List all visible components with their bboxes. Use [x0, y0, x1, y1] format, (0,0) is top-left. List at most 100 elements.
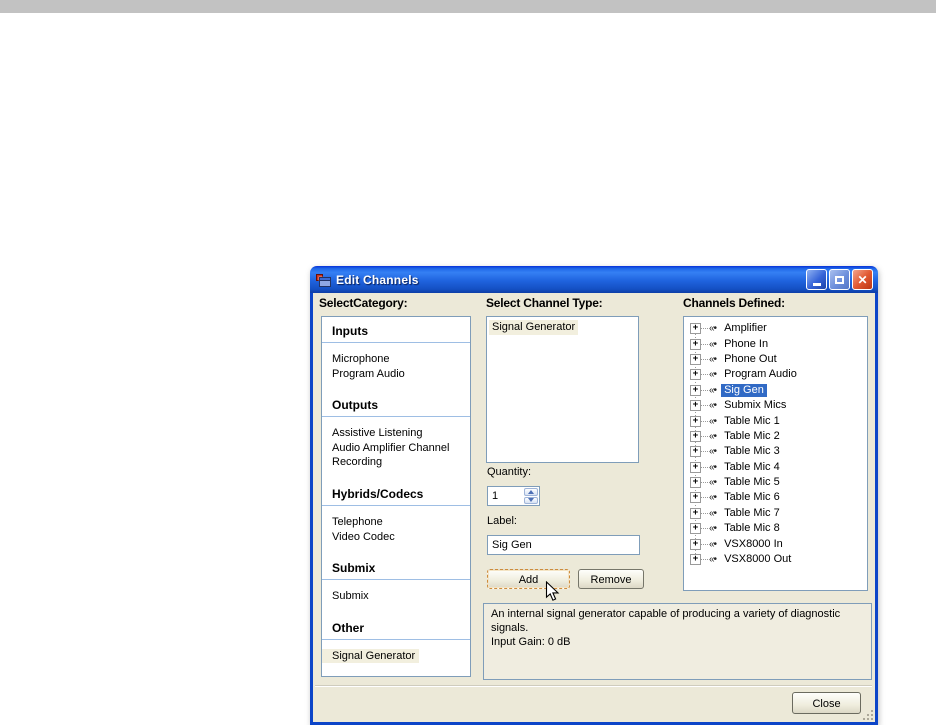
plus-box-icon[interactable]: + — [690, 539, 701, 550]
tree-item[interactable]: + «• Phone Out — [684, 352, 867, 367]
tree-item-label: Table Mic 4 — [721, 461, 783, 474]
category-group-items: TelephoneVideo Codec — [322, 515, 470, 544]
speaker-channel-icon: «• — [709, 462, 716, 473]
category-group-items: Assistive ListeningAudio Amplifier Chann… — [322, 426, 470, 470]
category-item[interactable]: Program Audio — [322, 367, 470, 382]
tree-item[interactable]: + «• Table Mic 3 — [684, 444, 867, 459]
plus-box-icon[interactable]: + — [690, 492, 701, 503]
category-item[interactable]: Video Codec — [322, 530, 470, 545]
tree-connector — [701, 467, 708, 468]
tree-connector — [701, 344, 708, 345]
plus-box-icon[interactable]: + — [690, 385, 701, 396]
spin-up-icon[interactable] — [524, 488, 538, 496]
category-group-divider — [322, 505, 470, 506]
plus-box-icon[interactable]: + — [690, 400, 701, 411]
form-icon — [316, 273, 331, 287]
tree-connector — [701, 559, 708, 560]
spin-down-icon[interactable] — [524, 497, 538, 505]
tree-item-label: Table Mic 8 — [721, 522, 783, 535]
tree-item[interactable]: +«•Amplifier — [684, 321, 867, 336]
tree-connector — [701, 482, 708, 483]
tree-item-label: VSX8000 In — [721, 538, 786, 551]
channels-tree[interactable]: +«•Amplifier+«•Phone In+«•Phone Out+«•Pr… — [683, 316, 868, 591]
speaker-channel-icon: «• — [709, 523, 716, 534]
tree-item[interactable]: +«•Table Mic 5 — [684, 475, 867, 490]
speaker-channel-icon: «• — [709, 339, 716, 350]
label-input[interactable] — [487, 535, 640, 555]
close-icon[interactable]: ✕ — [852, 269, 873, 290]
tree-item[interactable]: +«•Program Audio — [684, 367, 867, 382]
tree-connector — [701, 513, 708, 514]
tree-item-label: Sig Gen — [721, 384, 767, 397]
remove-button[interactable]: Remove — [578, 569, 644, 589]
category-group-divider — [322, 579, 470, 580]
tree-item-label: Phone In — [721, 338, 771, 351]
category-list[interactable]: InputsMicrophoneProgram AudioOutputsAssi… — [321, 316, 471, 677]
category-item[interactable]: Assistive Listening — [322, 426, 470, 441]
close-button[interactable]: Close — [792, 692, 861, 714]
channel-type-item[interactable]: Signal Generator — [489, 320, 578, 335]
dialog-client-area: SelectCategory: Select Channel Type: Cha… — [310, 293, 878, 725]
tree-item[interactable]: + «• Table Mic 8 — [684, 521, 867, 536]
stepper-buttons — [523, 487, 539, 505]
tree-item[interactable]: + «• Phone In — [684, 336, 867, 351]
channel-type-list[interactable]: Signal Generator — [486, 316, 639, 463]
tree-item[interactable]: + «• Table Mic 4 — [684, 460, 867, 475]
tree-connector — [701, 374, 708, 375]
maximize-icon[interactable] — [829, 269, 850, 290]
category-item[interactable]: Signal Generator — [322, 649, 419, 664]
speaker-channel-icon: «• — [709, 354, 716, 365]
speaker-channel-icon: «• — [709, 554, 716, 565]
plus-box-icon[interactable]: + — [690, 477, 701, 488]
tree-connector — [701, 421, 708, 422]
plus-box-icon[interactable]: + — [690, 339, 701, 350]
minimize-icon[interactable] — [806, 269, 827, 290]
tree-item-label: Table Mic 7 — [721, 507, 783, 520]
tree-item[interactable]: +«•Table Mic 1 — [684, 413, 867, 428]
quantity-stepper[interactable]: 1 — [487, 486, 540, 506]
tree-connector — [701, 528, 708, 529]
plus-box-icon[interactable]: + — [690, 431, 701, 442]
tree-item[interactable]: +«•Sig Gen — [684, 383, 867, 398]
tree-item[interactable]: +«•Table Mic 6 — [684, 490, 867, 505]
category-item[interactable]: Recording — [322, 455, 470, 470]
plus-box-icon[interactable]: + — [690, 369, 701, 380]
category-item[interactable]: Telephone — [322, 515, 470, 530]
plus-box-icon[interactable]: + — [690, 323, 701, 334]
tree-item[interactable]: +«•Submix Mics — [684, 398, 867, 413]
category-group-divider — [322, 416, 470, 417]
select-category-header: SelectCategory: — [319, 296, 407, 310]
plus-box-icon[interactable]: + — [690, 508, 701, 519]
quantity-value[interactable]: 1 — [488, 487, 523, 505]
tree-item[interactable]: + «• Table Mic 7 — [684, 506, 867, 521]
plus-box-icon[interactable]: + — [690, 523, 701, 534]
plus-box-icon[interactable]: + — [690, 462, 701, 473]
speaker-channel-icon: «• — [709, 446, 716, 457]
titlebar[interactable]: Edit Channels ✕ — [310, 266, 878, 293]
resize-grip-icon[interactable] — [862, 709, 874, 721]
description-line: An internal signal generator capable of … — [491, 607, 864, 635]
category-item[interactable]: Submix — [322, 589, 470, 604]
category-item[interactable]: Audio Amplifier Channel — [322, 441, 470, 456]
plus-box-icon[interactable]: + — [690, 554, 701, 565]
category-group-items: Signal Generator — [322, 649, 470, 664]
tree-item-label: Phone Out — [721, 353, 780, 366]
tree-item[interactable]: + «• VSX8000 In — [684, 536, 867, 551]
plus-box-icon[interactable]: + — [690, 446, 701, 457]
footer-divider — [315, 685, 872, 687]
speaker-channel-icon: «• — [709, 539, 716, 550]
tree-connector — [701, 405, 708, 406]
tree-item[interactable]: +«•Table Mic 2 — [684, 429, 867, 444]
speaker-channel-icon: «• — [709, 369, 716, 380]
plus-box-icon[interactable]: + — [690, 416, 701, 427]
category-item[interactable]: Microphone — [322, 352, 470, 367]
plus-box-icon[interactable]: + — [690, 354, 701, 365]
tree-item-label: Table Mic 3 — [721, 445, 783, 458]
description-line: Input Gain: 0 dB — [491, 635, 864, 649]
tree-item[interactable]: +«•VSX8000 Out — [684, 552, 867, 567]
tree-connector — [701, 497, 708, 498]
speaker-channel-icon: «• — [709, 508, 716, 519]
tree-item-label: Table Mic 2 — [721, 430, 783, 443]
tree-connector — [701, 436, 708, 437]
tree-connector — [701, 544, 708, 545]
